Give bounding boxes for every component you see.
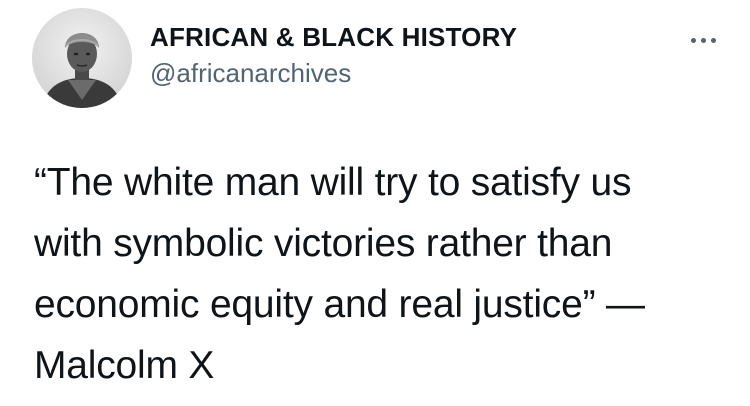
tweet-text: “The white man will try to satisfy us wi…	[34, 161, 645, 387]
author-handle[interactable]: @africanarchives	[150, 58, 351, 89]
more-options-button[interactable]	[680, 28, 726, 52]
author-display-name[interactable]: AFRICAN & BLACK HISTORY	[150, 22, 517, 53]
author-avatar[interactable]	[32, 8, 132, 108]
tweet-card: AFRICAN & BLACK HISTORY @africanarchives…	[0, 0, 750, 406]
profile-photo-icon	[32, 8, 132, 108]
more-options-icon	[700, 37, 706, 43]
more-options-icon	[710, 37, 716, 43]
more-options-icon	[690, 37, 696, 43]
